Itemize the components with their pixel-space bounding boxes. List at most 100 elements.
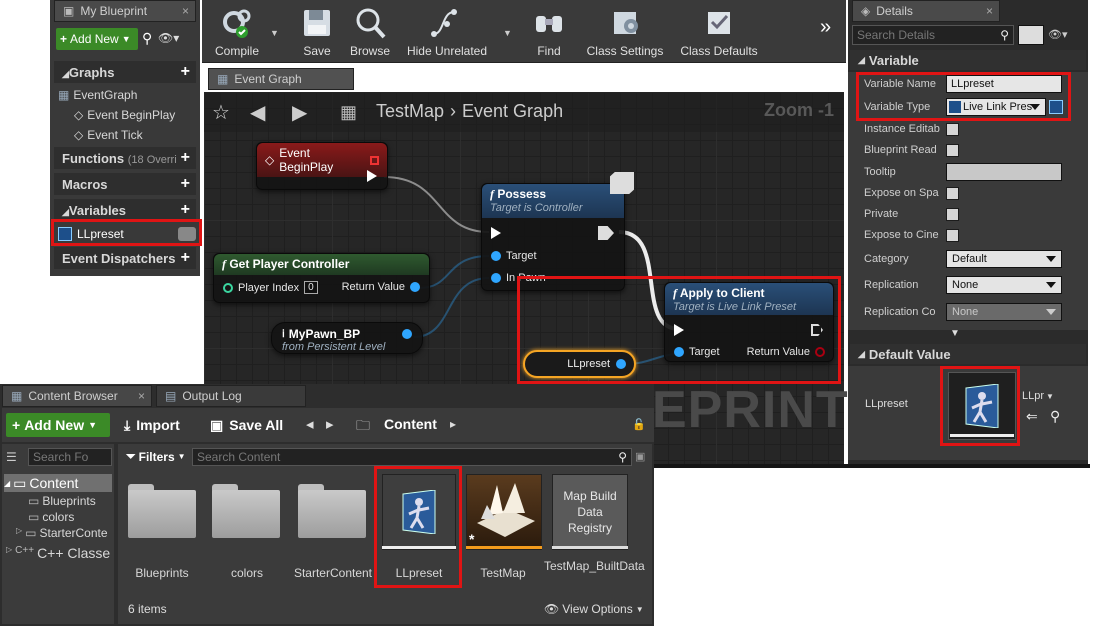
close-icon[interactable]: × [182, 4, 189, 18]
variable-name-input[interactable]: LLpreset [946, 75, 1062, 93]
tree-item-cpp-classes[interactable]: ▷ C++ C++ Classe [6, 545, 114, 561]
content-search-input[interactable]: Search Content ⚲ [192, 448, 632, 466]
macros-header[interactable]: Macros + [54, 173, 196, 195]
expose-cinematics-checkbox[interactable] [946, 228, 959, 242]
asset-folder-startercontent[interactable] [296, 476, 368, 546]
content-browser-tab[interactable]: ▦ Content Browser × [2, 385, 152, 407]
tree-item-content[interactable]: ◢ ▭ Content [4, 474, 112, 492]
output-log-tab[interactable]: ▤ Output Log [156, 385, 306, 407]
property-matrix-button[interactable] [1018, 25, 1044, 45]
add-new-button[interactable]: + Add New ▼ [56, 28, 138, 50]
class-defaults-button[interactable]: Class Defaults [676, 0, 762, 62]
pin-player-index[interactable]: Player Index 0 [223, 281, 318, 294]
default-asset-select[interactable]: LLpr ▼ [1022, 388, 1060, 404]
pin-in-pawn[interactable]: In Pawn [491, 272, 546, 284]
exec-out-pin[interactable] [367, 170, 377, 182]
node-apply-to-client[interactable]: f Apply to Client Target is Live Link Pr… [664, 282, 834, 362]
details-search-input[interactable]: Search Details ⚲ [852, 25, 1014, 45]
node-mypawn-bp[interactable]: ⅰ MyPawn_BP from Persistent Level [271, 322, 423, 354]
view-options-icon[interactable]: 👁▾ [1048, 28, 1068, 41]
tree-item-startercontent[interactable]: ▷ ▭ StarterConte [16, 526, 114, 540]
browse-button[interactable]: Browse [344, 0, 396, 62]
my-blueprint-tab[interactable]: ▣ My Blueprint × [54, 0, 196, 22]
private-checkbox[interactable] [946, 207, 959, 221]
instance-editable-checkbox[interactable] [946, 122, 959, 136]
add-function-icon[interactable]: + [181, 149, 190, 167]
visibility-icon[interactable]: 👁▾ [158, 31, 188, 49]
node-get-player-controller[interactable]: f Get Player Controller Player Index 0 R… [213, 253, 430, 303]
event-graph-tab[interactable]: ▦ Event Graph [208, 68, 354, 90]
asset-folder-blueprints[interactable] [126, 476, 198, 546]
toolbar-overflow-button[interactable]: » [820, 16, 831, 39]
variable-type-pill[interactable] [178, 227, 196, 241]
tree-item-colors[interactable]: ▭ colors [28, 510, 74, 524]
pin-target[interactable]: Target [674, 346, 720, 358]
hide-unrelated-options-icon[interactable]: ▼ [503, 28, 512, 38]
view-options-button[interactable]: 👁 View Options ▼ [544, 602, 644, 616]
node-event-beginplay[interactable]: ◇ Event BeginPlay [256, 142, 388, 190]
close-icon[interactable]: × [138, 389, 145, 403]
folder-search-input[interactable]: Search Fo [28, 448, 112, 466]
player-index-field[interactable]: 0 [304, 281, 318, 294]
graph-item-tick[interactable]: ◇ Event Tick [74, 127, 196, 143]
advanced-expand-icon[interactable]: ▼ [950, 328, 960, 339]
functions-header[interactable]: Functions (18 Overri + [54, 147, 196, 169]
history-forward-icon[interactable]: ▸ [326, 415, 334, 433]
variable-section-header[interactable]: ◢ Variable [850, 50, 1086, 70]
lock-icon[interactable]: 🔓 [632, 418, 646, 431]
node-possess[interactable]: f Possess Target is Controller Target In… [481, 183, 625, 291]
find-button[interactable]: Find [524, 0, 574, 62]
save-search-icon[interactable]: ▣ [635, 450, 645, 463]
import-button[interactable]: ⤓ Import [124, 415, 180, 435]
blueprint-readonly-checkbox[interactable] [946, 143, 959, 157]
filters-button[interactable]: ⏷ Filters ▼ [126, 449, 186, 464]
path-chevron-icon[interactable]: ▸ [450, 417, 456, 431]
event-delegate-pin[interactable] [370, 155, 379, 165]
cb-add-new-button[interactable]: + Add New ▼ [6, 413, 110, 437]
close-icon[interactable]: × [986, 4, 993, 18]
container-type-icon[interactable] [1049, 100, 1063, 114]
category-select[interactable]: Default [946, 250, 1062, 268]
variable-type-select[interactable]: Live Link Pres [946, 98, 1046, 116]
pawn-out-pin[interactable] [402, 329, 412, 339]
details-tab[interactable]: ◈ Details × [852, 0, 1000, 22]
graph-item-eventgraph[interactable]: ▦ EventGraph [58, 87, 196, 103]
default-asset-thumbnail[interactable] [948, 372, 1016, 440]
use-selected-arrow-icon[interactable]: ⇐ [1026, 408, 1038, 425]
class-settings-button[interactable]: Class Settings [582, 0, 668, 62]
add-graph-icon[interactable]: + [181, 63, 190, 81]
exec-in-pin[interactable] [491, 227, 501, 239]
compile-button[interactable]: Compile [206, 0, 268, 62]
event-dispatchers-header[interactable]: Event Dispatchers + [54, 247, 196, 269]
bool-out-pin[interactable] [815, 347, 825, 357]
node-llpreset-getter[interactable]: LLpreset [523, 350, 636, 378]
pin-target[interactable]: Target [491, 250, 537, 262]
tooltip-input[interactable] [946, 163, 1062, 181]
expose-spawn-checkbox[interactable] [946, 186, 959, 200]
tree-item-blueprints[interactable]: ▭ Blueprints [28, 494, 96, 508]
pin-return-value[interactable]: Return Value [747, 346, 825, 358]
replication-select[interactable]: None [946, 276, 1062, 294]
default-value-section-header[interactable]: ◢ Default Value [850, 344, 1086, 364]
asset-llpreset[interactable] [382, 474, 456, 550]
save-button[interactable]: Save [294, 0, 340, 62]
replication-condition-select[interactable]: None [946, 303, 1062, 321]
asset-folder-colors[interactable] [210, 476, 282, 546]
path-content[interactable]: Content [384, 416, 437, 432]
variable-item-llpreset[interactable]: LLpreset [58, 224, 196, 244]
tree-toggle-icon[interactable]: ☰ [6, 450, 17, 464]
variables-header[interactable]: ◢Variables + [54, 199, 196, 221]
add-dispatcher-icon[interactable]: + [181, 249, 190, 267]
exec-out-pin[interactable] [811, 324, 823, 336]
add-variable-icon[interactable]: + [181, 201, 190, 219]
add-macro-icon[interactable]: + [181, 175, 190, 193]
history-back-icon[interactable]: ◂ [306, 415, 314, 433]
search-icon[interactable]: ⚲ [142, 30, 156, 48]
graphs-header[interactable]: ◢Graphs + [54, 61, 196, 83]
save-all-button[interactable]: ▣ Save All [210, 415, 283, 435]
hide-unrelated-button[interactable]: Hide Unrelated [400, 0, 494, 62]
exec-out-pin[interactable] [598, 226, 614, 240]
browse-asset-icon[interactable]: ⚲ [1050, 408, 1060, 425]
asset-testmap[interactable]: * [466, 474, 542, 550]
compile-options-icon[interactable]: ▼ [270, 28, 279, 38]
